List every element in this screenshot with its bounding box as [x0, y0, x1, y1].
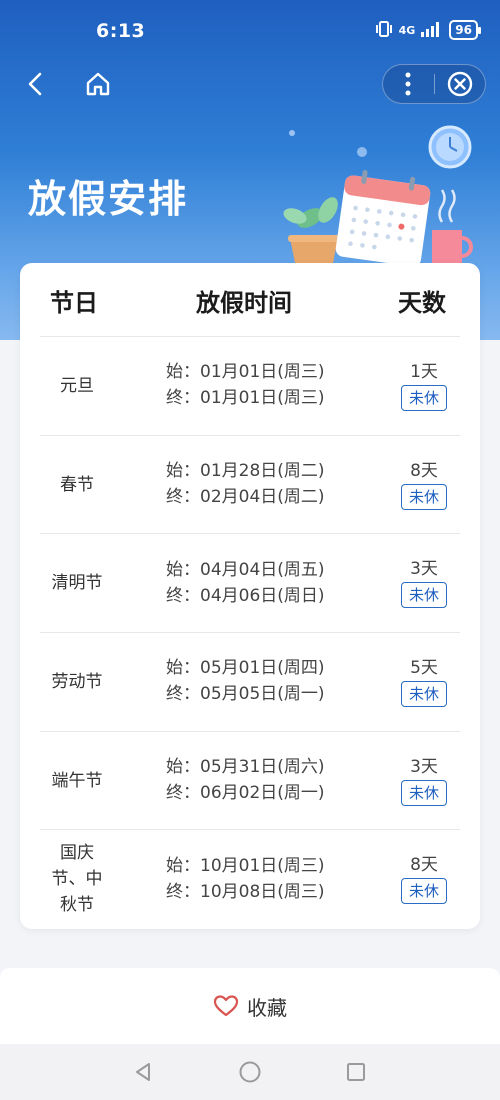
square-recent-icon	[347, 1063, 365, 1081]
days-count: 1天	[410, 361, 438, 382]
holiday-days: 8天 未休	[392, 830, 456, 928]
system-nav-bar	[0, 1044, 500, 1100]
nav-bar	[0, 62, 500, 108]
end-date: 终：01月01日(周三)	[166, 388, 325, 409]
status-bar: 6:13 4G 96	[0, 0, 500, 62]
end-date: 终：06月02日(周一)	[166, 783, 325, 804]
collect-label: 收藏	[247, 995, 287, 1020]
holiday-name: 国庆 节、中 秋节	[51, 843, 103, 916]
close-button[interactable]	[434, 64, 485, 104]
days-count: 5天	[410, 657, 438, 678]
home-button[interactable]	[80, 66, 116, 102]
more-button[interactable]	[383, 64, 434, 104]
end-date: 终：05月05日(周一)	[166, 684, 325, 705]
status-badge: 未休	[400, 878, 447, 905]
vibrate-icon	[375, 20, 393, 40]
status-badge: 未休	[400, 384, 447, 411]
more-vertical-icon	[405, 72, 411, 96]
calendar-illustration	[283, 125, 473, 272]
table-row: 元旦 始：01月01日(周三) 终：01月01日(周三) 1天 未休	[40, 336, 460, 435]
end-date: 终：04月06日(周日)	[166, 585, 325, 606]
header-period: 放假时间	[196, 289, 292, 317]
clock-icon	[428, 125, 472, 169]
holiday-period: 始：01月28日(周二) 终：02月04日(周二)	[166, 436, 325, 534]
holiday-days: 8天 未休	[392, 436, 456, 534]
holiday-days: 3天 未休	[392, 732, 456, 830]
page-title: 放假安排	[28, 177, 189, 221]
table-row: 清明节 始：04月04日(周五) 终：04月06日(周日) 3天 未休	[40, 533, 460, 632]
holiday-name: 劳动节	[51, 671, 103, 692]
days-count: 3天	[410, 756, 438, 777]
cup-icon	[432, 189, 473, 272]
days-count: 3天	[410, 559, 438, 580]
holiday-period: 始：05月01日(周四) 终：05月05日(周一)	[166, 633, 325, 731]
system-back-button[interactable]	[131, 1060, 155, 1084]
start-date: 始：10月01日(周三)	[166, 855, 325, 876]
holiday-period: 始：10月01日(周三) 终：10月08日(周三)	[166, 830, 325, 928]
end-date: 终：10月08日(周三)	[166, 881, 325, 902]
holiday-days: 3天 未休	[392, 534, 456, 632]
holiday-table-card: 节日 放假时间 天数 元旦 始：01月01日(周三) 终：01月01日(周三) …	[20, 263, 480, 929]
table-header: 节日 放假时间 天数	[20, 263, 480, 335]
system-home-button[interactable]	[238, 1060, 262, 1084]
start-date: 始：05月31日(周六)	[166, 757, 325, 778]
system-recent-button[interactable]	[344, 1060, 368, 1084]
battery-indicator: 96	[449, 20, 481, 40]
close-circle-icon	[447, 71, 472, 97]
header-holiday: 节日	[50, 289, 98, 317]
back-button[interactable]	[18, 66, 54, 102]
holiday-name: 清明节	[51, 573, 103, 594]
days-count: 8天	[410, 855, 438, 876]
holiday-rows: 元旦 始：01月01日(周三) 终：01月01日(周三) 1天 未休 春节 始：…	[40, 336, 460, 928]
status-badge: 未休	[400, 483, 447, 510]
start-date: 始：05月01日(周四)	[166, 658, 325, 679]
network-label: 4G	[398, 23, 416, 37]
triangle-back-icon	[136, 1063, 150, 1081]
holiday-days: 5天 未休	[392, 633, 456, 731]
home-icon	[86, 72, 110, 96]
back-arrow-icon	[28, 72, 42, 96]
header-days: 天数	[398, 289, 446, 317]
holiday-period: 始：01月01日(周三) 终：01月01日(周三)	[166, 337, 325, 435]
status-badge: 未休	[400, 680, 447, 707]
table-row: 劳动节 始：05月01日(周四) 终：05月05日(周一) 5天 未休	[40, 632, 460, 731]
mini-program-capsule	[382, 64, 486, 104]
table-row: 端午节 始：05月31日(周六) 终：06月02日(周一) 3天 未休	[40, 730, 460, 830]
holiday-name: 元旦	[60, 375, 94, 396]
table-row: 国庆 节、中 秋节 始：10月01日(周三) 终：10月08日(周三) 8天 未…	[40, 829, 460, 928]
status-badge: 未休	[400, 779, 447, 806]
start-date: 始：01月28日(周二)	[166, 461, 325, 482]
status-time: 6:13	[96, 20, 146, 42]
circle-home-icon	[239, 1061, 261, 1083]
holiday-days: 1天 未休	[392, 337, 456, 435]
calendar-icon	[335, 170, 431, 267]
collect-button[interactable]: 收藏	[0, 968, 500, 1044]
status-badge: 未休	[400, 582, 447, 609]
holiday-period: 始：05月31日(周六) 终：06月02日(周一)	[166, 732, 325, 830]
start-date: 始：01月01日(周三)	[166, 362, 325, 383]
heart-icon	[213, 995, 239, 1017]
holiday-period: 始：04月04日(周五) 终：04月06日(周日)	[166, 534, 325, 632]
status-icons: 4G 96	[375, 20, 481, 40]
end-date: 终：02月04日(周二)	[166, 487, 325, 508]
table-row: 春节 始：01月28日(周二) 终：02月04日(周二) 8天 未休	[40, 434, 460, 534]
days-count: 8天	[410, 460, 438, 481]
plant-icon	[283, 197, 340, 268]
signal-icon	[421, 21, 443, 40]
holiday-name: 端午节	[51, 770, 103, 791]
start-date: 始：04月04日(周五)	[166, 559, 325, 580]
holiday-name: 春节	[60, 474, 94, 495]
